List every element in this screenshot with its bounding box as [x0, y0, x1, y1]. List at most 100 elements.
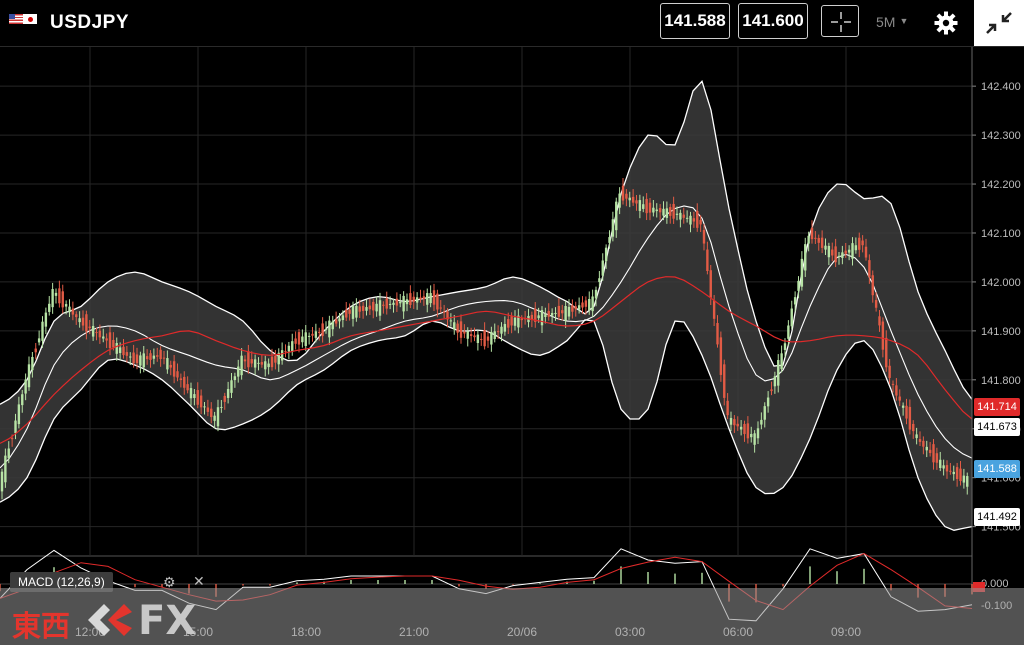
candle-body — [112, 339, 115, 348]
candle-body — [159, 349, 162, 360]
candle-body — [773, 376, 777, 387]
candle-body — [210, 408, 213, 418]
candle-body — [567, 306, 571, 317]
candle-body — [615, 201, 618, 231]
candle-body — [27, 364, 31, 388]
candle-body — [301, 336, 304, 343]
candle-body — [162, 357, 166, 359]
macd-histogram-bar — [431, 580, 433, 584]
candle-body — [955, 467, 959, 480]
candle-body — [91, 325, 95, 337]
candle-body — [105, 338, 108, 341]
candle-body — [483, 330, 486, 347]
candle-body — [321, 323, 324, 337]
bid-price-button[interactable]: 141.588 — [660, 3, 730, 39]
candle-body — [783, 343, 787, 350]
price-tag-bid: 141.588 — [974, 460, 1020, 478]
candle-body — [361, 305, 365, 312]
candle-body — [510, 316, 513, 326]
candle-body — [736, 423, 739, 427]
candle-body — [935, 453, 939, 463]
candle-body — [102, 336, 105, 339]
y-tick-label: 141.900 — [981, 326, 1021, 338]
candle-body — [766, 397, 770, 407]
macd-histogram-bar — [269, 584, 271, 586]
candle-body — [682, 214, 685, 218]
candle-body — [318, 331, 321, 333]
candle-body — [743, 423, 746, 435]
timeframe-selector[interactable]: 5M ▼ — [876, 14, 908, 30]
candle-body — [571, 305, 574, 312]
candle-body — [372, 301, 375, 311]
candle-body — [203, 406, 206, 408]
candle-body — [41, 321, 44, 341]
candle-body — [206, 407, 210, 412]
candle-body — [939, 459, 942, 468]
candle-body — [270, 356, 274, 368]
macd-histogram-bar — [836, 571, 838, 584]
candle-body — [199, 395, 203, 408]
candle-body — [942, 465, 945, 469]
macd-histogram-bar — [377, 580, 379, 584]
candle-body — [753, 433, 756, 445]
candle-body — [405, 299, 409, 305]
macd-histogram-bar — [458, 584, 460, 587]
symbol-title[interactable]: USDJPY — [50, 12, 129, 34]
candle-body — [68, 306, 71, 313]
price-tag-band-low: 141.492 — [974, 508, 1020, 526]
gear-icon[interactable] — [933, 10, 959, 36]
candle-body — [75, 314, 78, 318]
candle-body — [608, 237, 611, 243]
candle-body — [237, 366, 240, 377]
candle-body — [338, 318, 341, 322]
candle-body — [469, 334, 473, 336]
candle-body — [58, 288, 61, 304]
candle-body — [179, 378, 183, 381]
candle-body — [226, 388, 230, 398]
candle-body — [655, 209, 658, 212]
candle-body — [675, 213, 679, 215]
collapse-icon — [986, 12, 1012, 34]
candle-body — [439, 307, 442, 309]
macd-histogram-bar — [701, 572, 703, 584]
candle-body — [581, 302, 584, 308]
candle-body — [0, 471, 4, 492]
macd-histogram-bar — [647, 572, 649, 584]
candle-body — [750, 433, 753, 438]
candle-body — [966, 476, 969, 487]
candle-body — [71, 308, 75, 315]
macd-histogram-bar — [593, 580, 595, 584]
candle-body — [696, 210, 699, 228]
candle-body — [297, 332, 301, 345]
candle-body — [861, 240, 864, 246]
candle-body — [355, 305, 358, 318]
candle-body — [962, 475, 966, 483]
crosshair-button[interactable] — [821, 5, 859, 37]
candle-body — [365, 307, 368, 311]
candle-body — [918, 439, 922, 442]
brand-logo-icon — [88, 604, 132, 636]
candle-body — [409, 293, 412, 305]
candle-body — [817, 237, 820, 243]
ask-price-button[interactable]: 141.600 — [738, 3, 808, 39]
candle-body — [108, 332, 112, 349]
price-chart[interactable]: 142.400 142.300 142.200 142.100 142.000 141.9… — [0, 47, 1024, 645]
candle-body — [250, 359, 253, 364]
candle-body — [554, 312, 557, 315]
candle-body — [513, 317, 517, 326]
candle-body — [820, 237, 824, 248]
collapse-button[interactable] — [974, 0, 1024, 46]
candle-body — [915, 434, 918, 439]
candle-body — [797, 280, 800, 291]
candle-body — [125, 352, 129, 356]
crosshair-icon — [831, 12, 851, 32]
top-bar: USDJPY 141.588 141.600 5M ▼ — [0, 0, 1024, 47]
candle-body — [672, 203, 675, 219]
candle-body — [638, 200, 642, 211]
candle-body — [64, 304, 68, 307]
candle-body — [412, 296, 415, 302]
candle-body — [507, 319, 510, 328]
candle-body — [834, 246, 837, 263]
candle-body — [149, 353, 152, 360]
candle-body — [169, 364, 172, 368]
